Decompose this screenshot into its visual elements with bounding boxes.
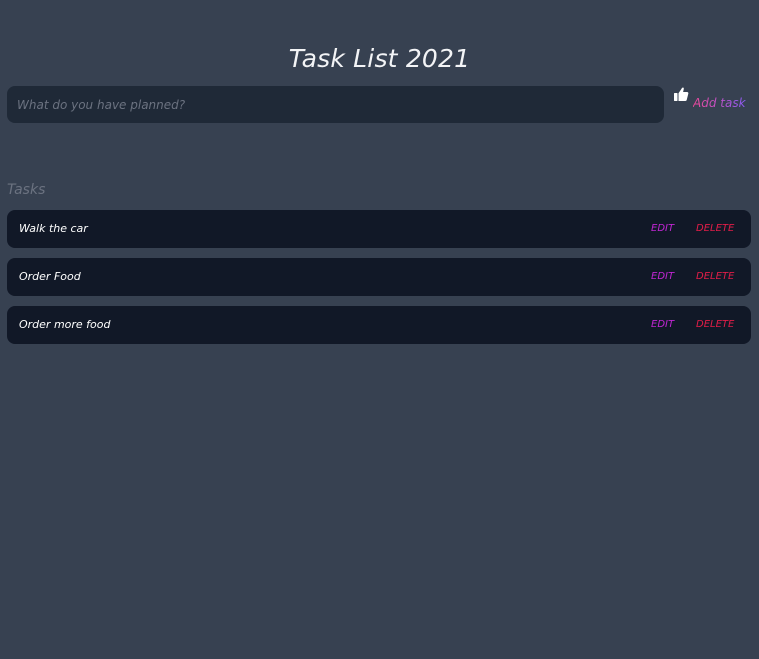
task-text[interactable]: Walk the car <box>19 210 88 248</box>
add-task-button[interactable]: Add task <box>693 96 746 110</box>
task-item: Order more food EDIT DELETE <box>7 306 751 344</box>
thumbs-up-icon <box>674 87 689 101</box>
edit-button[interactable]: EDIT <box>651 306 674 344</box>
new-task-form: Add task <box>7 86 752 123</box>
delete-button[interactable]: DELETE <box>696 258 734 296</box>
task-list: Walk the car EDIT DELETE Order Food EDIT… <box>7 210 751 354</box>
task-item: Order Food EDIT DELETE <box>7 258 751 296</box>
delete-button[interactable]: DELETE <box>696 210 734 248</box>
delete-button[interactable]: DELETE <box>696 306 734 344</box>
tasks-heading: Tasks <box>7 182 46 198</box>
edit-button[interactable]: EDIT <box>651 258 674 296</box>
page-title: Task List 2021 <box>288 44 471 73</box>
new-task-input[interactable] <box>7 86 664 123</box>
task-text[interactable]: Order Food <box>19 258 81 296</box>
task-text[interactable]: Order more food <box>19 306 111 344</box>
edit-button[interactable]: EDIT <box>651 210 674 248</box>
task-item: Walk the car EDIT DELETE <box>7 210 751 248</box>
